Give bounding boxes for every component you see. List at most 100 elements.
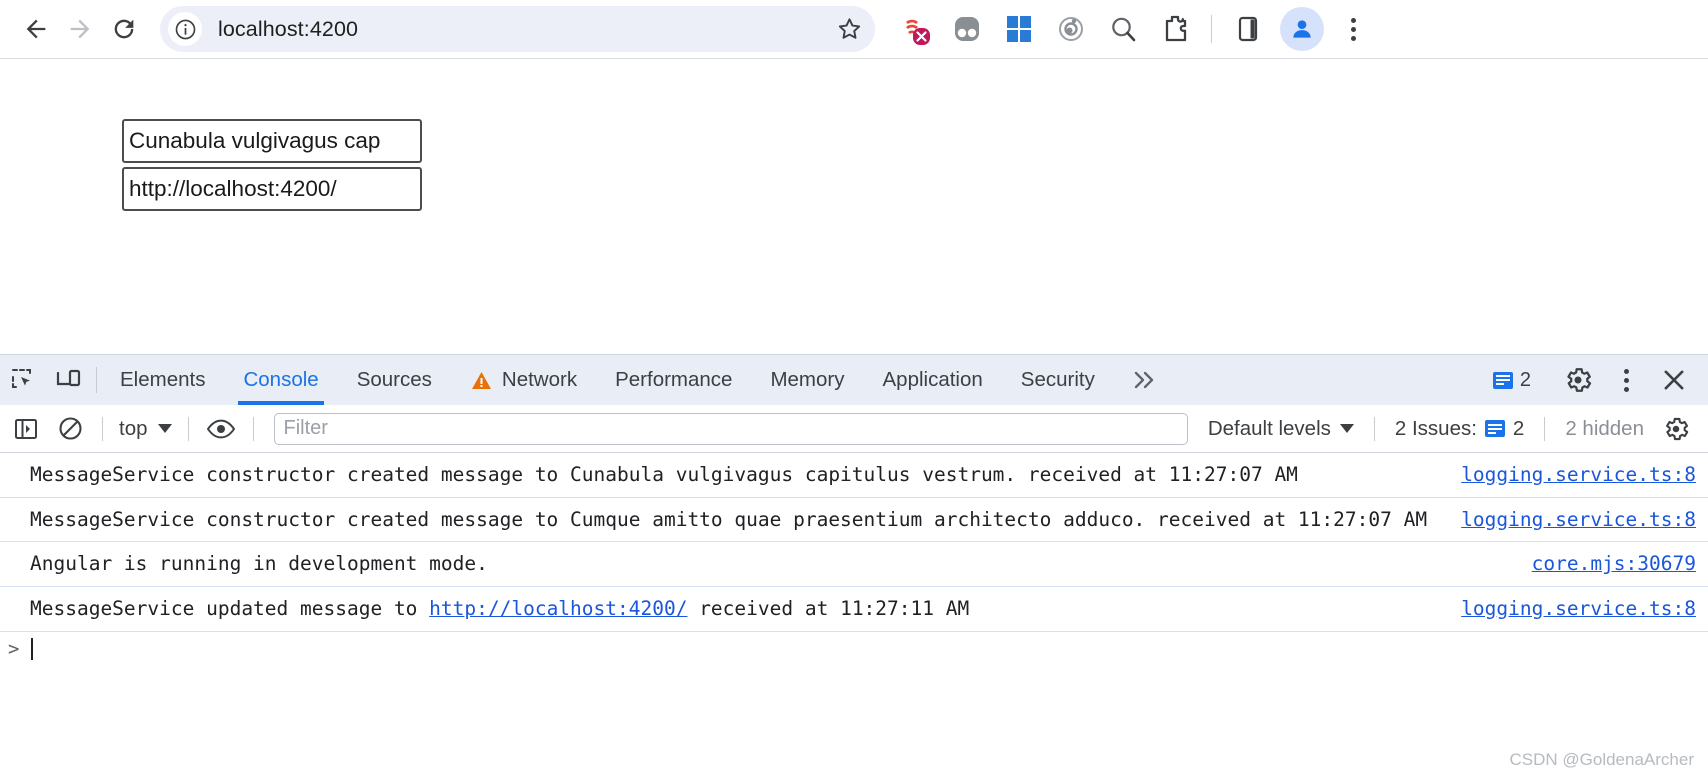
console-message-text: MessageService updated message to http:/… xyxy=(30,595,1461,623)
reload-icon xyxy=(114,19,134,39)
devtools-tabbar: Elements Console Sources Network Perform… xyxy=(0,355,1708,405)
close-x-icon xyxy=(1664,370,1684,390)
site-info-button[interactable] xyxy=(168,12,202,46)
issues-badge[interactable]: 2 xyxy=(1479,369,1545,392)
extension-icon-search-magnifier[interactable] xyxy=(1097,6,1149,52)
log-levels-selector[interactable]: Default levels xyxy=(1198,417,1364,441)
reload-button[interactable] xyxy=(102,7,146,51)
inspect-element-button[interactable] xyxy=(0,355,46,405)
chevron-double-right-icon xyxy=(1134,371,1154,389)
console-message-source-link[interactable]: core.mjs:30679 xyxy=(1532,550,1696,578)
tab-label: Sources xyxy=(356,368,432,391)
toolbar-divider xyxy=(187,416,189,441)
clear-console-icon xyxy=(58,417,82,440)
tab-label: Elements xyxy=(120,368,206,391)
console-message[interactable]: MessageService constructor created messa… xyxy=(0,498,1708,543)
console-message[interactable]: MessageService constructor created messa… xyxy=(0,453,1708,498)
issues-label: 2 Issues: xyxy=(1394,416,1477,440)
console-message-source-link[interactable]: logging.service.ts:8 xyxy=(1461,506,1696,534)
console-filter-input[interactable]: Filter xyxy=(273,412,1188,445)
console-sidebar-toggle-button[interactable] xyxy=(4,407,48,451)
console-message-list: MessageService constructor created messa… xyxy=(0,453,1708,778)
devtools-close-button[interactable] xyxy=(1650,356,1698,404)
toolbar-divider xyxy=(1544,416,1546,441)
devtools-tabbar-actions: 2 xyxy=(1479,355,1708,405)
tab-elements[interactable]: Elements xyxy=(101,355,224,405)
tab-network[interactable]: Network xyxy=(451,355,596,405)
clear-console-button[interactable] xyxy=(48,407,92,451)
gear-icon xyxy=(1666,417,1689,440)
address-bar[interactable]: localhost:4200 xyxy=(160,6,875,52)
message-text-before: MessageService updated message to xyxy=(30,597,430,621)
execution-context-label: top xyxy=(119,416,148,440)
warning-triangle-icon xyxy=(471,371,491,389)
console-message[interactable]: Angular is running in development mode. … xyxy=(0,542,1708,588)
devtools-more-button[interactable] xyxy=(1602,356,1650,404)
device-toolbar-toggle-button[interactable] xyxy=(46,355,92,405)
account-avatar-icon xyxy=(1293,20,1311,38)
console-sidebar-toggle-icon xyxy=(15,418,37,439)
live-expression-button[interactable] xyxy=(199,407,243,451)
toolbar-divider xyxy=(1211,15,1212,43)
console-message-text: MessageService constructor created messa… xyxy=(30,507,1428,531)
browser-toolbar: localhost:4200 xyxy=(0,0,1708,58)
device-toggle-icon xyxy=(56,369,81,387)
live-expression-eye-icon xyxy=(206,419,235,438)
message-text-after: received at 11:27:11 AM xyxy=(687,597,970,621)
star-outline-icon xyxy=(838,17,860,39)
console-message-text: Angular is running in development mode. xyxy=(30,552,488,576)
forward-button[interactable] xyxy=(58,7,102,51)
prompt-caret-icon: > xyxy=(8,637,20,660)
console-message-inline-link[interactable]: http://localhost:4200/ xyxy=(429,597,687,620)
devtools-settings-button[interactable] xyxy=(1554,356,1602,404)
console-message-source-link[interactable]: logging.service.ts:8 xyxy=(1461,595,1696,623)
address-bar-url[interactable]: localhost:4200 xyxy=(202,17,829,42)
browser-menu-button[interactable] xyxy=(1330,6,1376,52)
console-message-source-link[interactable]: logging.service.ts:8 xyxy=(1461,461,1696,489)
side-panel-icon xyxy=(1238,16,1258,42)
issues-icon xyxy=(1484,420,1505,437)
console-settings-button[interactable] xyxy=(1654,407,1698,451)
console-message[interactable]: MessageService updated message to http:/… xyxy=(0,587,1708,632)
toolbar-divider xyxy=(102,416,103,441)
tab-sources[interactable]: Sources xyxy=(338,355,451,405)
page-viewport: Cunabula vulgivagus cap http://localhost… xyxy=(0,59,1708,354)
tab-label: Console xyxy=(243,368,319,391)
tab-label: Application xyxy=(882,368,983,391)
hidden-messages-label: 2 hidden xyxy=(1565,416,1644,440)
extension-toolbar xyxy=(889,6,1376,52)
issues-count: 2 xyxy=(1519,368,1531,391)
extension-icon-target-spiral[interactable] xyxy=(1045,6,1097,52)
url-input[interactable]: http://localhost:4200/ xyxy=(122,167,422,211)
tab-label: Security xyxy=(1020,368,1095,391)
toolbar-divider xyxy=(1373,416,1375,441)
tab-performance[interactable]: Performance xyxy=(596,355,751,405)
message-input-value: Cunabula vulgivagus cap xyxy=(129,128,381,153)
extension-icon-puzzle-piece[interactable] xyxy=(1149,6,1201,52)
tab-console[interactable]: Console xyxy=(224,355,337,405)
console-prompt[interactable]: > xyxy=(0,632,1708,666)
toolbar-divider xyxy=(252,416,254,441)
back-button[interactable] xyxy=(14,7,58,51)
tab-label: Performance xyxy=(615,368,733,391)
extension-icon-red-blocked[interactable] xyxy=(889,6,941,52)
console-issues-link[interactable]: 2 Issues: 2 xyxy=(1385,417,1534,441)
side-panel-button[interactable] xyxy=(1222,6,1274,52)
tab-label: Network xyxy=(501,368,578,391)
gear-icon xyxy=(1567,368,1592,392)
profile-avatar-button[interactable] xyxy=(1280,7,1324,51)
execution-context-selector[interactable]: top xyxy=(113,417,178,441)
extension-icon-blue-grid[interactable] xyxy=(993,6,1045,52)
message-input[interactable]: Cunabula vulgivagus cap xyxy=(122,119,422,163)
extension-icon-gray-goggles[interactable] xyxy=(941,6,993,52)
tab-overflow-button[interactable] xyxy=(1114,355,1176,405)
tab-security[interactable]: Security xyxy=(1002,355,1114,405)
bookmark-button[interactable] xyxy=(829,9,869,49)
tab-memory[interactable]: Memory xyxy=(751,355,863,405)
arrow-left-icon xyxy=(26,19,46,39)
tab-application[interactable]: Application xyxy=(864,355,1002,405)
chevron-down-icon xyxy=(157,424,172,433)
tabbar-divider xyxy=(96,367,97,393)
browser-window: localhost:4200 Cunabula vulgivagus cap h… xyxy=(0,0,1708,778)
tab-label: Memory xyxy=(770,368,845,391)
